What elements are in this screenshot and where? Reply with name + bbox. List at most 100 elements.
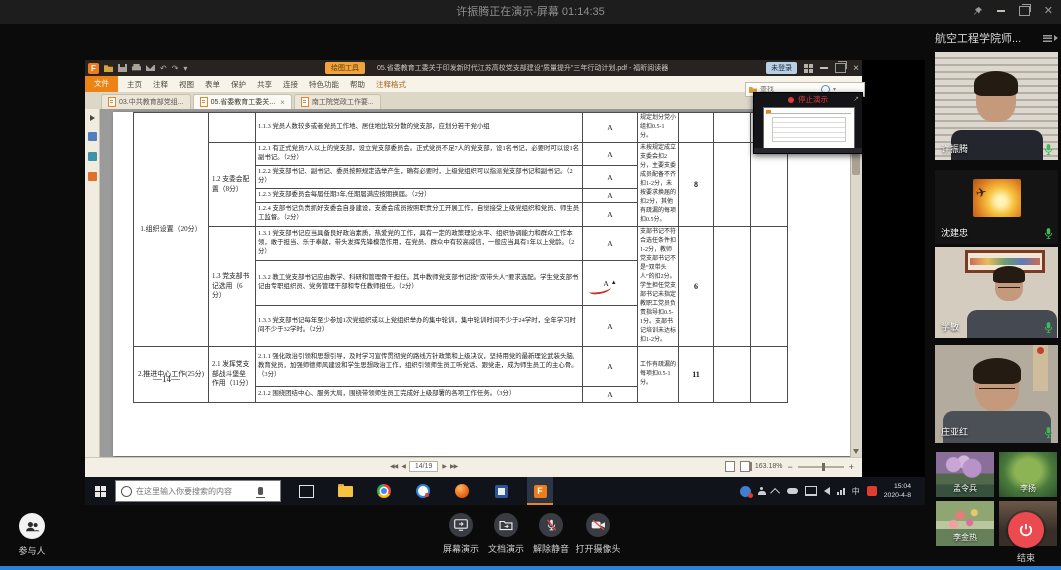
participant-tile-liyang[interactable]: 李扬 <box>999 452 1057 497</box>
print-icon[interactable] <box>132 64 141 72</box>
task-view-button[interactable] <box>293 477 319 505</box>
scroll-down-icon[interactable] <box>853 449 859 454</box>
layout-grid-icon[interactable] <box>804 64 813 73</box>
expand-panel-icon[interactable] <box>90 115 95 121</box>
end-meeting-button[interactable] <box>1008 512 1044 548</box>
person-face <box>995 271 1023 301</box>
taskbar-clock[interactable]: 15:04 2020-4-8 <box>884 482 911 500</box>
first-page-icon[interactable]: ◀◀ <box>390 463 397 470</box>
tab-close-icon[interactable]: × <box>280 98 285 107</box>
doc-tab-3[interactable]: 南工院党政工作要... <box>294 94 381 109</box>
menu-comment[interactable]: 注释 <box>153 79 168 90</box>
email-icon[interactable] <box>146 65 155 71</box>
security-tray-icon[interactable] <box>867 486 877 496</box>
menu-help[interactable]: 帮助 <box>350 79 365 90</box>
participant-name: 沈建忠 <box>941 226 968 239</box>
menu-share[interactable]: 共享 <box>257 79 272 90</box>
folder-icon <box>338 486 353 497</box>
menu-view[interactable]: 视图 <box>179 79 194 90</box>
chrome-button[interactable] <box>371 477 397 505</box>
single-page-view-icon[interactable] <box>725 461 735 472</box>
camera-on-button[interactable]: 打开摄像头 <box>568 513 628 555</box>
close-icon[interactable]: ✕ <box>1044 4 1053 18</box>
page-indicator[interactable]: 14/19 <box>409 461 439 472</box>
taskbar-search[interactable] <box>115 480 281 502</box>
participant-tile-menglingbing[interactable]: 孟令兵 <box>936 452 994 497</box>
participant-video-zhuangyahong[interactable]: 庄亚红 <box>935 345 1058 443</box>
pin-icon[interactable] <box>973 5 983 17</box>
table-cell: 1.2.1 有正式党员7人以上的党支部，设立党支部委员会。正式党员不足7人的党支… <box>256 143 583 166</box>
search-mic-icon[interactable] <box>258 487 263 495</box>
participant-list-icon[interactable] <box>1043 35 1058 42</box>
app-blue-button[interactable] <box>488 477 514 505</box>
expand-icon[interactable]: ↗ <box>853 95 859 103</box>
participant-tile-lijinre[interactable]: 李金热 <box>936 501 994 546</box>
menu-protect[interactable]: 保护 <box>231 79 246 90</box>
mic-muted-icon <box>545 518 558 532</box>
table-cell: 6 <box>679 227 714 347</box>
redo-icon[interactable]: ↷ <box>172 64 179 73</box>
browser-update-tray-icon[interactable] <box>740 486 751 497</box>
quick-access-dropdown-icon[interactable]: ▾ <box>183 64 187 73</box>
undo-icon[interactable]: ↶ <box>160 64 167 73</box>
zoom-slider[interactable] <box>798 466 844 468</box>
vertical-scrollbar[interactable] <box>850 109 862 458</box>
doc-tab-2-active[interactable]: 05.省委教育工委关... × <box>193 94 292 109</box>
table-cell: A <box>583 166 638 189</box>
attachments-panel-icon[interactable] <box>88 172 97 181</box>
context-tab-drawing-tools[interactable]: 绘图工具 <box>325 62 365 74</box>
next-page-icon[interactable]: ▶ <box>442 463 446 470</box>
layers-panel-icon[interactable] <box>88 152 97 161</box>
app-orange-ball-button[interactable] <box>449 477 475 505</box>
page-number-footer: —14— <box>153 374 180 384</box>
participant-name: 李扬 <box>999 483 1057 494</box>
menu-connect[interactable]: 连接 <box>283 79 298 90</box>
mic-on-icon <box>1044 321 1053 334</box>
people-icon <box>24 519 40 534</box>
menu-home[interactable]: 主页 <box>127 79 142 90</box>
foxit-taskbar-button[interactable]: F <box>527 477 553 505</box>
minimize-icon[interactable] <box>997 10 1005 12</box>
participant-video-xuemin[interactable]: 学敏 <box>935 247 1058 338</box>
restore-icon[interactable] <box>1019 6 1030 16</box>
zoom-out-icon[interactable]: − <box>787 462 792 472</box>
participant-name: 李金热 <box>936 532 994 543</box>
doc-tab-1[interactable]: 03.中共教育部党组... <box>101 94 191 109</box>
last-page-icon[interactable]: ▶▶ <box>450 463 457 470</box>
account-login-button[interactable]: 未登录 <box>766 62 797 74</box>
file-explorer-button[interactable] <box>332 477 358 505</box>
mic-on-icon <box>1044 426 1053 439</box>
start-button[interactable] <box>85 477 115 505</box>
table-cell: 未按规定成立支委会扣2分，主要支委成员配备不齐扣1-2分，未按要求换届的扣2分，… <box>638 143 679 227</box>
taskbar-search-input[interactable] <box>136 487 254 496</box>
prev-page-icon[interactable]: ◀ <box>401 463 405 470</box>
menu-comment-format[interactable]: 注释格式 <box>376 79 406 90</box>
zoom-in-icon[interactable]: + <box>849 462 854 472</box>
pdf-restore-icon[interactable] <box>835 63 846 73</box>
participants-button[interactable]: 参与人 <box>2 513 62 557</box>
bookmarks-panel-icon[interactable] <box>88 132 97 141</box>
browser-q-button[interactable] <box>410 477 436 505</box>
table-cell <box>751 347 788 403</box>
ime-indicator[interactable]: 中 <box>852 486 860 497</box>
open-file-icon[interactable] <box>104 64 113 72</box>
menu-features[interactable]: 特色功能 <box>309 79 339 90</box>
cloud-tray-icon[interactable] <box>787 488 798 494</box>
volume-tray-icon[interactable] <box>824 487 830 495</box>
menu-file[interactable]: 文件 <box>85 76 118 92</box>
participant-tile-shenjianzhong[interactable]: ✈ 沈建忠 <box>935 170 1058 244</box>
zoom-level: 163.18% <box>755 463 783 470</box>
save-icon[interactable] <box>118 64 127 72</box>
network-tray-icon[interactable] <box>837 488 845 495</box>
participant-name: 孟令兵 <box>936 483 994 494</box>
contacts-tray-icon[interactable] <box>758 487 766 495</box>
menu-form[interactable]: 表单 <box>205 79 220 90</box>
foxit-logo-icon[interactable]: F <box>88 63 99 74</box>
pdf-close-icon[interactable]: × <box>853 63 859 74</box>
pdf-minimize-icon[interactable] <box>820 67 828 69</box>
device-tray-icon[interactable] <box>805 486 817 496</box>
stop-presenting-button[interactable]: 停止演示 <box>798 94 828 105</box>
participant-video-xuzhenteng[interactable]: 许振腾 <box>935 52 1058 160</box>
facing-page-view-icon[interactable] <box>740 461 750 472</box>
tray-expand-icon[interactable] <box>770 487 780 497</box>
